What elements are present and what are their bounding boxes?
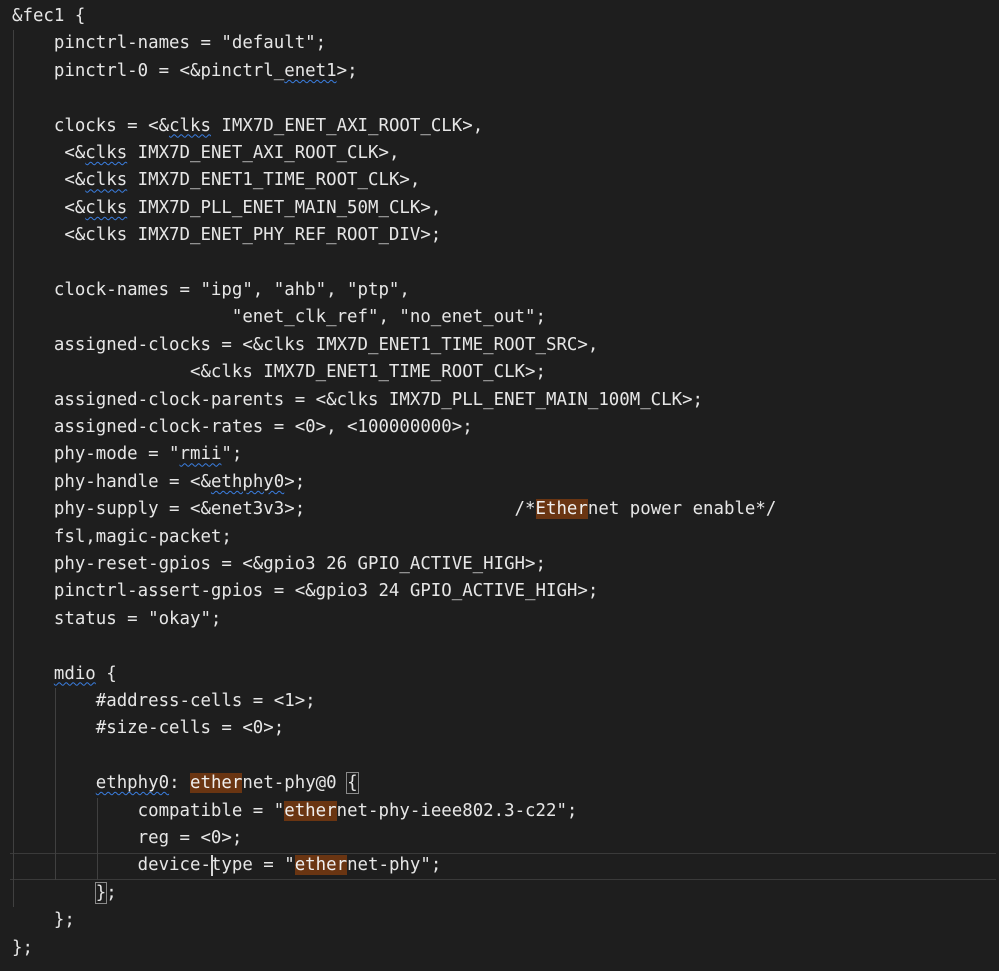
spelling-squiggle: ethphy0 — [210, 471, 285, 492]
code-token: <& — [12, 170, 86, 191]
code-token: compatible = " — [12, 800, 285, 821]
code-line[interactable]: assigned-clock-rates = <0>, <100000000>; — [12, 414, 992, 441]
code-line[interactable]: }; — [12, 935, 992, 962]
code-token: >; — [284, 471, 306, 492]
spelling-squiggle: clks — [85, 143, 128, 163]
code-editor[interactable]: &fec1 { pinctrl-names = "default"; pinct… — [0, 3, 999, 971]
code-line[interactable] — [12, 743, 992, 770]
code-token: "enet_clk_ref", "no_enet_out"; — [12, 307, 546, 328]
code-token: &fec1 { — [12, 6, 86, 26]
code-line[interactable]: &fec1 { — [12, 3, 992, 30]
code-token: IMX7D_ENET_AXI_ROOT_CLK>, — [127, 143, 400, 163]
code-line[interactable]: <&clks IMX7D_ENET1_TIME_ROOT_CLK>; — [12, 359, 992, 386]
code-line[interactable]: mdio { — [12, 661, 992, 688]
code-token: : — [169, 773, 191, 794]
code-token: net-phy-ieee802.3-c22"; — [336, 800, 578, 821]
code-line[interactable]: reg = <0>; — [12, 825, 992, 852]
code-token: <& — [12, 197, 86, 218]
code-token: clock-names = "ipg", "ahb", "ptp", — [12, 280, 410, 300]
code-token: "; — [221, 444, 243, 465]
code-token: net power enable*/ — [587, 499, 777, 520]
code-line[interactable]: device-type = "ethernet-phy"; — [12, 852, 992, 879]
code-token: pinctrl-names = "default"; — [12, 33, 327, 54]
code-line[interactable] — [12, 633, 992, 660]
code-line[interactable]: <&clks IMX7D_ENET_AXI_ROOT_CLK>, — [12, 140, 992, 167]
spelling-squiggle: ethphy0 — [95, 773, 170, 794]
code-token: assigned-clock-parents = <&clks IMX7D_PL… — [12, 389, 704, 410]
code-token: phy-handle = <& — [12, 471, 211, 492]
code-token: pinctrl-assert-gpios = <&gpio3 24 GPIO_A… — [12, 581, 599, 602]
code-line[interactable]: "enet_clk_ref", "no_enet_out"; — [12, 304, 992, 331]
code-line[interactable]: clock-names = "ipg", "ahb", "ptp", — [12, 277, 992, 304]
code-line[interactable]: clocks = <&clks IMX7D_ENET_AXI_ROOT_CLK>… — [12, 113, 992, 140]
matching-bracket: { — [346, 772, 359, 795]
code-line[interactable]: pinctrl-0 = <&pinctrl_enet1>; — [12, 58, 992, 85]
code-token: net-phy"; — [347, 855, 442, 876]
code-token: <& — [12, 143, 86, 163]
code-token: }; — [12, 910, 75, 931]
code-line[interactable]: #size-cells = <0>; — [12, 715, 992, 742]
code-line[interactable]: pinctrl-assert-gpios = <&gpio3 24 GPIO_A… — [12, 578, 992, 605]
spelling-squiggle: clks — [85, 197, 128, 218]
code-line[interactable]: fsl,magic-packet; — [12, 524, 992, 551]
code-line[interactable]: phy-supply = <&enet3v3>; /*Ethernet powe… — [12, 496, 992, 523]
code-line[interactable]: <&clks IMX7D_ENET1_TIME_ROOT_CLK>, — [12, 167, 992, 194]
code-line[interactable]: assigned-clock-parents = <&clks IMX7D_PL… — [12, 387, 992, 414]
code-token: #size-cells = <0>; — [12, 718, 285, 739]
code-token: { — [95, 663, 117, 684]
code-token: phy-mode = " — [12, 444, 180, 465]
matching-bracket: } — [94, 881, 108, 904]
code-line[interactable]: pinctrl-names = "default"; — [12, 30, 992, 57]
code-line[interactable]: assigned-clocks = <&clks IMX7D_ENET1_TIM… — [12, 332, 992, 359]
find-match-highlight: ether — [284, 800, 337, 821]
code-token: <&clks IMX7D_ENET1_TIME_ROOT_CLK>; — [12, 362, 546, 383]
code-line[interactable] — [12, 250, 992, 277]
code-token: >; — [336, 60, 358, 81]
code-token: reg = <0>; — [12, 828, 243, 848]
spelling-squiggle: clks — [169, 115, 211, 136]
code-token: status = "okay"; — [12, 608, 222, 629]
code-token: assigned-clock-rates = <0>, <100000000>; — [12, 417, 473, 437]
spelling-squiggle: enet1 — [284, 60, 337, 81]
code-token: device-type = " — [12, 855, 295, 876]
code-token: assigned-clocks = <&clks IMX7D_ENET1_TIM… — [12, 334, 599, 355]
text-cursor — [210, 855, 213, 877]
code-token: IMX7D_ENET_AXI_ROOT_CLK>, — [210, 115, 484, 136]
code-token: clocks = <& — [12, 115, 170, 136]
find-match-highlight: Ether — [535, 499, 588, 520]
code-line[interactable]: phy-mode = "rmii"; — [12, 441, 992, 468]
code-line[interactable]: <&clks IMX7D_ENET_PHY_REF_ROOT_DIV>; — [12, 222, 992, 249]
find-match-highlight: ether — [190, 773, 243, 794]
code-token: ; — [106, 882, 117, 903]
spelling-squiggle: clks — [85, 170, 128, 191]
code-token: phy-supply = <&enet3v3>; /* — [12, 499, 536, 520]
code-line[interactable]: #address-cells = <1>; — [12, 688, 992, 715]
code-token: phy-reset-gpios = <&gpio3 26 GPIO_ACTIVE… — [12, 554, 546, 574]
code-line[interactable]: }; — [12, 907, 992, 934]
find-match-highlight: ether — [294, 855, 348, 876]
code-line[interactable] — [12, 85, 992, 112]
code-token: net-phy@0 — [242, 773, 348, 794]
spelling-squiggle: rmii — [179, 444, 222, 465]
code-token: IMX7D_ENET1_TIME_ROOT_CLK>, — [127, 170, 421, 191]
code-line[interactable]: <&clks IMX7D_PLL_ENET_MAIN_50M_CLK>, — [12, 195, 992, 222]
code-line[interactable]: ethphy0: ethernet-phy@0 { — [12, 770, 992, 797]
code-token: IMX7D_PLL_ENET_MAIN_50M_CLK>, — [127, 197, 442, 218]
spelling-squiggle: mdio — [53, 663, 96, 684]
code-line[interactable]: compatible = "ethernet-phy-ieee802.3-c22… — [12, 798, 992, 825]
code-token: pinctrl-0 = <&pinctrl_ — [12, 60, 285, 81]
code-line[interactable]: phy-reset-gpios = <&gpio3 26 GPIO_ACTIVE… — [12, 551, 992, 578]
code-line[interactable]: }; — [12, 880, 992, 907]
code-line[interactable]: phy-handle = <&ethphy0>; — [12, 469, 992, 496]
code-token: #address-cells = <1>; — [12, 691, 316, 711]
code-token: <&clks IMX7D_ENET_PHY_REF_ROOT_DIV>; — [12, 225, 442, 246]
code-line[interactable]: status = "okay"; — [12, 606, 992, 633]
code-token: fsl,magic-packet; — [12, 526, 232, 547]
code-token: }; — [12, 937, 33, 958]
